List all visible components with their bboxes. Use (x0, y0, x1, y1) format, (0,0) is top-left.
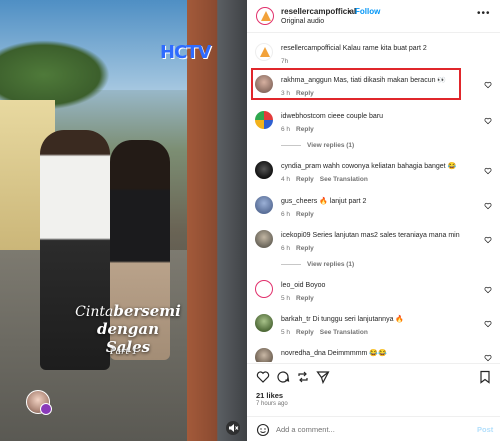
post-actions: 21 likes 7 hours ago Add a comment... Po… (247, 363, 500, 441)
like-comment-icon[interactable] (484, 202, 492, 210)
comment-meta: 5 h Reply See Translation (281, 329, 368, 336)
comments-panel: resellercampofficial • Follow Original a… (247, 0, 500, 441)
like-comment-icon[interactable] (484, 117, 492, 125)
comment-username[interactable]: gus_cheers (281, 198, 317, 205)
reply-button[interactable]: Reply (296, 211, 314, 218)
comment-avatar[interactable] (255, 314, 273, 332)
comment-text: leo_oid Boyoo (281, 282, 326, 289)
more-options-icon[interactable]: ••• (477, 8, 491, 19)
comment-username[interactable]: novredha_dna (281, 350, 326, 357)
like-comment-icon[interactable] (484, 286, 492, 294)
audio-label[interactable]: Original audio (281, 18, 324, 25)
comment-meta: 5 h Reply (281, 295, 314, 302)
author-username[interactable]: resellercampofficial (281, 7, 356, 16)
comment-username[interactable]: barkah_tr (281, 316, 311, 323)
post-timestamp: 7 hours ago (256, 401, 288, 407)
like-comment-icon[interactable] (484, 167, 492, 175)
comment-avatar[interactable] (255, 280, 273, 298)
see-translation-button[interactable]: See Translation (320, 176, 368, 183)
view-replies-button[interactable]: View replies (1) (281, 142, 354, 149)
comments-list[interactable]: resellercampofficial Kalau rame kita bua… (247, 36, 500, 362)
comment-meta: 6 h Reply (281, 126, 314, 133)
comment-username[interactable]: resellercampofficial (281, 45, 341, 52)
comment-username[interactable]: icekopi09 (281, 232, 311, 239)
comment-text: cyndia_pram wahh cowonya keliatan bahagi… (281, 163, 457, 170)
like-comment-icon[interactable] (484, 236, 492, 244)
comment-text: icekopi09 Series lanjutan mas2 sales ter… (281, 232, 460, 239)
comment-text: gus_cheers 🔥 lanjut part 2 (281, 198, 367, 205)
comment-avatar[interactable] (255, 111, 273, 129)
comment-avatar[interactable] (255, 230, 273, 248)
share-icon[interactable] (316, 370, 330, 384)
comment-text: rakhma_anggun Mas, tiati dikasih makan b… (281, 77, 447, 84)
like-icon[interactable] (256, 370, 270, 384)
comment-avatar[interactable] (255, 161, 273, 179)
comment-username[interactable]: idwebhostcom (281, 113, 326, 120)
reply-button[interactable]: Reply (296, 126, 314, 133)
post-button[interactable]: Post (477, 425, 493, 434)
post-header: resellercampofficial • Follow Original a… (247, 0, 500, 33)
like-comment-icon[interactable] (484, 354, 492, 362)
like-comment-icon[interactable] (484, 320, 492, 328)
follow-separator: • (348, 7, 351, 16)
comment-meta: 6 h Reply (281, 211, 314, 218)
comment-username[interactable]: rakhma_anggun (281, 77, 332, 84)
comment-text: idwebhostcom cieee couple baru (281, 113, 383, 120)
author-avatar[interactable] (256, 7, 274, 25)
save-icon[interactable] (478, 370, 492, 384)
comment-meta: 7h (281, 58, 289, 65)
follow-button[interactable]: Follow (355, 7, 380, 16)
comment-icon[interactable] (276, 370, 290, 384)
emoji-icon[interactable] (256, 423, 270, 437)
comment-avatar[interactable] (255, 348, 273, 362)
comment-meta: 6 h Reply (281, 245, 314, 252)
likes-count[interactable]: 21 likes (256, 391, 283, 400)
comment-username[interactable]: cyndia_pram (281, 163, 321, 170)
comment-avatar[interactable] (255, 43, 273, 61)
reply-button[interactable]: Reply (296, 176, 314, 183)
comment-text: novredha_dna Deimmmmm 😂😂 (281, 350, 387, 357)
comment-meta: 3 h Reply (281, 90, 314, 97)
reply-button[interactable]: Reply (296, 90, 314, 97)
reel-video[interactable]: HCTV Cintabersemi dengan Sales Part 1 (0, 0, 247, 441)
mute-icon[interactable] (226, 421, 240, 435)
reply-button[interactable]: Reply (296, 329, 314, 336)
repost-icon[interactable] (296, 370, 310, 384)
comment-text: barkah_tr Di tunggu seri lanjutannya 🔥 (281, 316, 405, 323)
add-comment-bar: Add a comment... Post (247, 416, 500, 441)
video-caption-part: Part 1 (110, 347, 138, 357)
video-watermark: HCTV (160, 42, 211, 63)
reply-button[interactable]: Reply (296, 245, 314, 252)
comment-avatar[interactable] (255, 196, 273, 214)
comment-avatar[interactable] (255, 75, 273, 93)
add-comment-input[interactable]: Add a comment... (276, 425, 335, 434)
video-wall (187, 0, 247, 441)
view-replies-button[interactable]: View replies (1) (281, 261, 354, 268)
see-translation-button[interactable]: See Translation (320, 329, 368, 336)
reply-button[interactable]: Reply (296, 295, 314, 302)
tagged-user-icon[interactable] (40, 403, 52, 415)
comment-username[interactable]: leo_oid (281, 282, 304, 289)
comment-meta: 4 h Reply See Translation (281, 176, 368, 183)
comment-text: resellercampofficial Kalau rame kita bua… (281, 45, 427, 52)
video-caption-prefix: Cinta (75, 304, 114, 320)
like-comment-icon[interactable] (484, 81, 492, 89)
